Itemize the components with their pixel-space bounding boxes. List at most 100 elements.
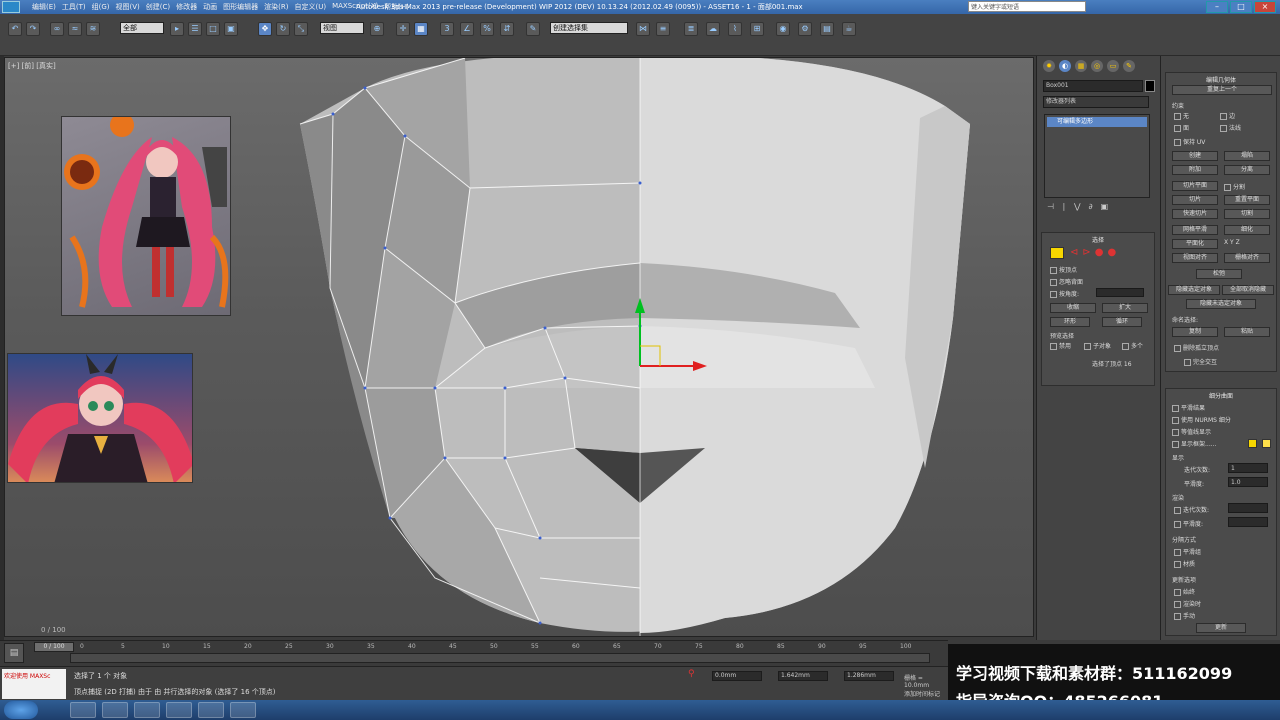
create-button[interactable]: 创建 (1172, 151, 1218, 161)
schematic-view-icon[interactable]: ⊞ (750, 22, 764, 36)
material-editor-icon[interactable]: ◉ (776, 22, 790, 36)
mirror-icon[interactable]: ⋈ (636, 22, 650, 36)
render-production-icon[interactable]: ☕ (842, 22, 856, 36)
hierarchy-tab-icon[interactable]: ▦ (1075, 60, 1087, 72)
iterations-field[interactable]: 1 (1228, 463, 1268, 473)
detach-button[interactable]: 分离 (1224, 165, 1270, 175)
front-viewport[interactable]: [+] [前] [真实] 0 / 100 (4, 57, 1034, 637)
layer-manager-icon[interactable]: ≣ (684, 22, 698, 36)
constraint-edge-radio[interactable]: 边 (1220, 111, 1235, 120)
select-by-name-icon[interactable]: ☰ (188, 22, 202, 36)
pivot-center-icon[interactable]: ⊕ (370, 22, 384, 36)
view-align-button[interactable]: 视图对齐 (1172, 253, 1218, 263)
start-button[interactable] (4, 701, 38, 719)
ignore-backfacing-checkbox[interactable]: 忽略背面 (1050, 277, 1083, 286)
unlink-icon[interactable]: ≈ (68, 22, 82, 36)
cage-selection-color-swatch[interactable] (1262, 439, 1271, 448)
spinner-snap-icon[interactable]: ⇵ (500, 22, 514, 36)
maxscript-listener[interactable]: 欢迎使用 MAXSc (2, 669, 66, 699)
taskbar-app-player-icon[interactable] (134, 702, 160, 718)
motion-tab-icon[interactable]: ◎ (1091, 60, 1103, 72)
taskbar-app-ie-icon[interactable] (70, 702, 96, 718)
render-iterations-checkbox[interactable]: 迭代次数: (1174, 505, 1209, 514)
graphite-tools-icon[interactable]: ☁ (706, 22, 720, 36)
taskbar-app-folder-icon[interactable] (102, 702, 128, 718)
timeline-toggle-icon[interactable]: ▤ (4, 643, 24, 663)
ring-button[interactable]: 环形 (1050, 317, 1090, 327)
maximize-button[interactable]: □ (1230, 1, 1252, 13)
loop-button[interactable]: 循环 (1102, 317, 1142, 327)
show-cage-checkbox[interactable]: 显示框架...... (1172, 439, 1216, 448)
by-vertex-checkbox[interactable]: 按顶点 (1050, 265, 1077, 274)
preview-subobject-radio[interactable]: 子对象 (1084, 341, 1111, 350)
hide-unselected-button[interactable]: 隐藏未选定对象 (1186, 299, 1256, 309)
quickslice-button[interactable]: 快速切片 (1172, 209, 1218, 219)
minimize-button[interactable]: – (1206, 1, 1228, 13)
face-mesh[interactable] (295, 58, 995, 637)
curve-editor-icon[interactable]: ⌇ (728, 22, 742, 36)
selection-rollout-title[interactable]: 选择 (1042, 235, 1154, 244)
grow-button[interactable]: 扩大 (1102, 303, 1148, 313)
xyz-buttons[interactable]: X Y Z (1224, 239, 1240, 246)
close-button[interactable]: × (1254, 1, 1276, 13)
unhide-all-button[interactable]: 全部取消隐藏 (1222, 285, 1274, 295)
attach-button[interactable]: 附加 (1172, 165, 1218, 175)
select-object-icon[interactable]: ▸ (170, 22, 184, 36)
app-logo-icon[interactable] (2, 1, 20, 13)
x-coordinate-field[interactable]: 0.0mm (712, 671, 762, 681)
render-smoothness-field[interactable] (1228, 517, 1268, 527)
use-nurms-checkbox[interactable]: 使用 NURMS 细分 (1172, 415, 1231, 424)
delete-isolated-checkbox[interactable]: 删除孤立顶点 (1174, 343, 1219, 352)
cage-color-swatch[interactable] (1248, 439, 1257, 448)
constraint-normal-radio[interactable]: 法线 (1220, 123, 1241, 132)
copy-button[interactable]: 复制 (1172, 327, 1218, 337)
taskbar-app-misc-icon[interactable] (230, 702, 256, 718)
menu-edit[interactable]: 编辑(E) (32, 2, 56, 12)
edit-named-selection-icon[interactable]: ✎ (526, 22, 540, 36)
by-angle-checkbox[interactable]: 按角度: (1050, 289, 1079, 298)
smoothing-groups-checkbox[interactable]: 平滑组 (1174, 547, 1201, 556)
track-bar[interactable] (70, 653, 930, 663)
rendered-frame-window-icon[interactable]: ▤ (820, 22, 834, 36)
link-icon[interactable]: ∞ (50, 22, 64, 36)
preview-multi-radio[interactable]: 多个 (1122, 341, 1143, 350)
lock-selection-icon[interactable]: ⚲ (688, 669, 695, 679)
reference-coord-select[interactable]: 视图 (320, 22, 364, 34)
preserve-uvs-checkbox[interactable]: 保持 UV (1174, 137, 1205, 146)
modifier-list-select[interactable]: 修改器列表 (1043, 96, 1149, 108)
stack-tools-icons[interactable]: ⊣∣⋁∂▣ (1047, 202, 1147, 212)
paste-button[interactable]: 粘贴 (1224, 327, 1270, 337)
slice-plane-button[interactable]: 切片平面 (1172, 181, 1218, 191)
menu-group[interactable]: 组(G) (92, 2, 110, 12)
collapse-button[interactable]: 塌陷 (1224, 151, 1270, 161)
create-tab-icon[interactable]: ✹ (1043, 60, 1055, 72)
hide-selected-button[interactable]: 隐藏选定对象 (1168, 285, 1220, 295)
z-coordinate-field[interactable]: 1.286mm (844, 671, 894, 681)
repeat-last-button[interactable]: 重复上一个 (1172, 85, 1272, 95)
smooth-result-checkbox[interactable]: 平滑结果 (1172, 403, 1205, 412)
update-when-rendering-radio[interactable]: 渲染时 (1174, 599, 1201, 608)
snaps-toggle-icon[interactable]: 3 (440, 22, 454, 36)
undo-icon[interactable]: ↶ (8, 22, 22, 36)
taskbar-app-3dsmax-icon[interactable] (198, 702, 224, 718)
smoothness-field[interactable]: 1.0 (1228, 477, 1268, 487)
menu-tools[interactable]: 工具(T) (62, 2, 86, 12)
by-angle-field[interactable] (1096, 288, 1144, 297)
render-iterations-field[interactable] (1228, 503, 1268, 513)
materials-checkbox[interactable]: 材质 (1174, 559, 1195, 568)
shrink-button[interactable]: 收缩 (1050, 303, 1096, 313)
keyboard-shortcut-override-icon[interactable]: ▦ (414, 22, 428, 36)
full-interactivity-checkbox[interactable]: 完全交互 (1184, 357, 1217, 366)
update-manually-radio[interactable]: 手动 (1174, 611, 1195, 620)
move-icon[interactable]: ✥ (258, 22, 272, 36)
msmooth-button[interactable]: 网格平滑 (1172, 225, 1218, 235)
menu-create[interactable]: 创建(C) (146, 2, 170, 12)
isoline-display-checkbox[interactable]: 等值线显示 (1172, 427, 1211, 436)
viewport-label[interactable]: [+] [前] [真实] (8, 61, 56, 71)
render-smoothness-checkbox[interactable]: 平滑度: (1174, 519, 1203, 528)
preview-disabled-radio[interactable]: 禁用 (1050, 341, 1071, 350)
align-icon[interactable]: ≡ (656, 22, 670, 36)
time-slider[interactable]: 0 / 100 (34, 642, 74, 652)
cut-button[interactable]: 切割 (1224, 209, 1270, 219)
percent-snap-icon[interactable]: % (480, 22, 494, 36)
